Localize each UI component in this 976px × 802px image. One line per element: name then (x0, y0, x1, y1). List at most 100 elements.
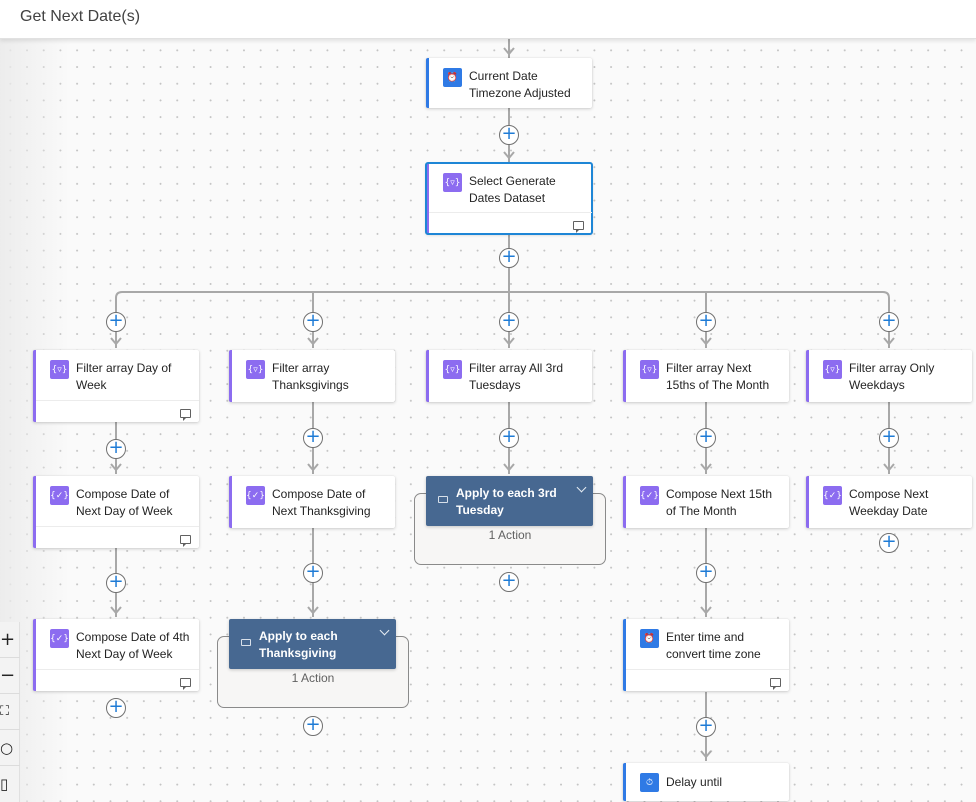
action-filter-array-day-of-week[interactable]: {▿} Filter array Day of Week (33, 350, 199, 422)
plus-icon: + (108, 310, 124, 331)
comment-icon[interactable] (770, 672, 781, 690)
actions-count[interactable]: 1 Action (218, 671, 408, 685)
filter-icon: {▿} (823, 360, 842, 379)
action-compose-next-15th[interactable]: {✓} Compose Next 15th of The Month (623, 476, 789, 528)
designer-header: Get Next Date(s) (0, 0, 976, 39)
plus-icon: + (881, 531, 897, 552)
add-branch-action-button[interactable]: + (499, 312, 519, 332)
action-title: Filter array Only Weekdays (849, 361, 935, 392)
action-compose-next-weekday-date[interactable]: {✓} Compose Next Weekday Date (806, 476, 972, 528)
foreach-apply-to-each-3rd-tuesday[interactable]: Apply to each 3rd Tuesday (426, 476, 593, 526)
add-branch-action-button[interactable]: + (106, 312, 126, 332)
add-action-button[interactable]: + (696, 717, 716, 737)
fit-view-button[interactable]: ⛶ (0, 694, 20, 730)
plus-icon: + (108, 696, 124, 717)
plus-icon: + (698, 715, 714, 736)
action-filter-array-only-weekdays[interactable]: {▿} Filter array Only Weekdays (806, 350, 972, 402)
minimap-button[interactable]: ▯ (0, 766, 20, 802)
comment-icon[interactable] (573, 215, 584, 233)
search-icon: ○ (0, 738, 14, 757)
clock-icon: ⏰ (443, 68, 462, 87)
action-compose-date-of-next-day-of-week[interactable]: {✓} Compose Date of Next Day of Week (33, 476, 199, 548)
card-footer (429, 212, 592, 234)
action-title: Compose Date of Next Day of Week (76, 487, 173, 518)
action-compose-date-of-4th-next-day-of-week[interactable]: {✓} Compose Date of 4th Next Day of Week (33, 619, 199, 691)
data-operation-icon: {▿} (443, 173, 462, 192)
action-title: Filter array Day of Week (76, 361, 172, 392)
filter-icon: {▿} (443, 360, 462, 379)
plus-icon: + (881, 310, 897, 331)
add-action-button[interactable]: + (303, 716, 323, 736)
action-compose-date-of-next-thanksgiving[interactable]: {✓} Compose Date of Next Thanksgiving (229, 476, 395, 528)
compose-icon: {✓} (640, 486, 659, 505)
action-title: Filter array All 3rd Tuesdays (469, 361, 564, 392)
compose-icon: {✓} (823, 486, 842, 505)
card-footer (36, 400, 199, 422)
zoom-out-button[interactable]: − (0, 658, 20, 694)
add-action-button[interactable]: + (696, 428, 716, 448)
add-action-button[interactable]: + (879, 533, 899, 553)
comment-icon[interactable] (180, 403, 191, 421)
compose-icon: {✓} (246, 486, 265, 505)
add-action-button[interactable]: + (106, 439, 126, 459)
action-enter-time-convert-time-zone[interactable]: ⏰ Enter time and convert time zone (623, 619, 789, 691)
comment-icon[interactable] (180, 529, 191, 547)
add-branch-action-button[interactable]: + (696, 312, 716, 332)
action-filter-array-all-3rd-tuesdays[interactable]: {▿} Filter array All 3rd Tuesdays (426, 350, 592, 402)
add-action-button[interactable]: + (879, 428, 899, 448)
action-title: Select Generate Dates Dataset (469, 174, 556, 205)
action-title: Filter array Next 15ths of The Month (666, 361, 770, 392)
action-current-date-timezone-adjusted[interactable]: ⏰ Current Date Timezone Adjusted (426, 58, 592, 108)
plus-icon: + (305, 426, 321, 447)
filter-icon: {▿} (50, 360, 69, 379)
loop-title: Apply to each Thanksgiving (259, 629, 338, 660)
add-branch-action-button[interactable]: + (879, 312, 899, 332)
plus-icon: + (501, 426, 517, 447)
plus-icon: + (501, 570, 517, 591)
plus-icon: + (501, 310, 517, 331)
action-select-generate-dates-dataset[interactable]: {▿} Select Generate Dates Dataset (425, 162, 593, 235)
canvas-controls: + − ⛶ ○ ▯ (0, 622, 20, 802)
add-branch-action-button[interactable]: + (303, 312, 323, 332)
action-title: Compose Next Weekday Date (849, 487, 929, 518)
fit-view-icon: ⛶ (0, 704, 10, 719)
foreach-apply-to-each-thanksgiving[interactable]: Apply to each Thanksgiving (229, 619, 396, 669)
action-title: Filter array Thanksgivings (272, 361, 349, 392)
add-action-button[interactable]: + (499, 125, 519, 145)
action-title: Enter time and convert time zone (666, 630, 761, 661)
chevron-down-icon[interactable] (576, 482, 587, 493)
zoom-out-icon: − (0, 665, 16, 686)
add-action-button[interactable]: + (303, 428, 323, 448)
add-action-button[interactable]: + (106, 573, 126, 593)
card-footer (36, 669, 199, 691)
plus-icon: + (698, 561, 714, 582)
add-action-button[interactable]: + (499, 428, 519, 448)
action-title: Delay until (666, 775, 723, 789)
add-action-button[interactable]: + (106, 698, 126, 718)
chevron-down-icon[interactable] (379, 625, 390, 636)
map-icon: ▯ (0, 775, 9, 793)
plus-icon: + (698, 310, 714, 331)
search-button[interactable]: ○ (0, 730, 20, 766)
timer-icon: ⏱ (640, 773, 659, 792)
add-action-button[interactable]: + (696, 563, 716, 583)
action-filter-array-thanksgivings[interactable]: {▿} Filter array Thanksgivings (229, 350, 395, 402)
plus-icon: + (305, 714, 321, 735)
add-action-button[interactable]: + (303, 563, 323, 583)
actions-count[interactable]: 1 Action (415, 528, 605, 542)
action-filter-array-next-15ths[interactable]: {▿} Filter array Next 15ths of The Month (623, 350, 789, 402)
zoom-in-button[interactable]: + (0, 622, 20, 658)
loop-icon (438, 496, 448, 503)
compose-icon: {✓} (50, 486, 69, 505)
action-title: Compose Next 15th of The Month (666, 487, 773, 518)
plus-icon: + (501, 246, 517, 267)
add-action-button[interactable]: + (499, 572, 519, 592)
add-action-button[interactable]: + (499, 248, 519, 268)
filter-icon: {▿} (246, 360, 265, 379)
action-delay-until[interactable]: ⏱ Delay until (623, 763, 789, 801)
plus-icon: + (305, 561, 321, 582)
card-footer (626, 669, 789, 691)
comment-icon[interactable] (180, 672, 191, 690)
plus-icon: + (305, 310, 321, 331)
action-title: Current Date Timezone Adjusted (469, 69, 571, 100)
